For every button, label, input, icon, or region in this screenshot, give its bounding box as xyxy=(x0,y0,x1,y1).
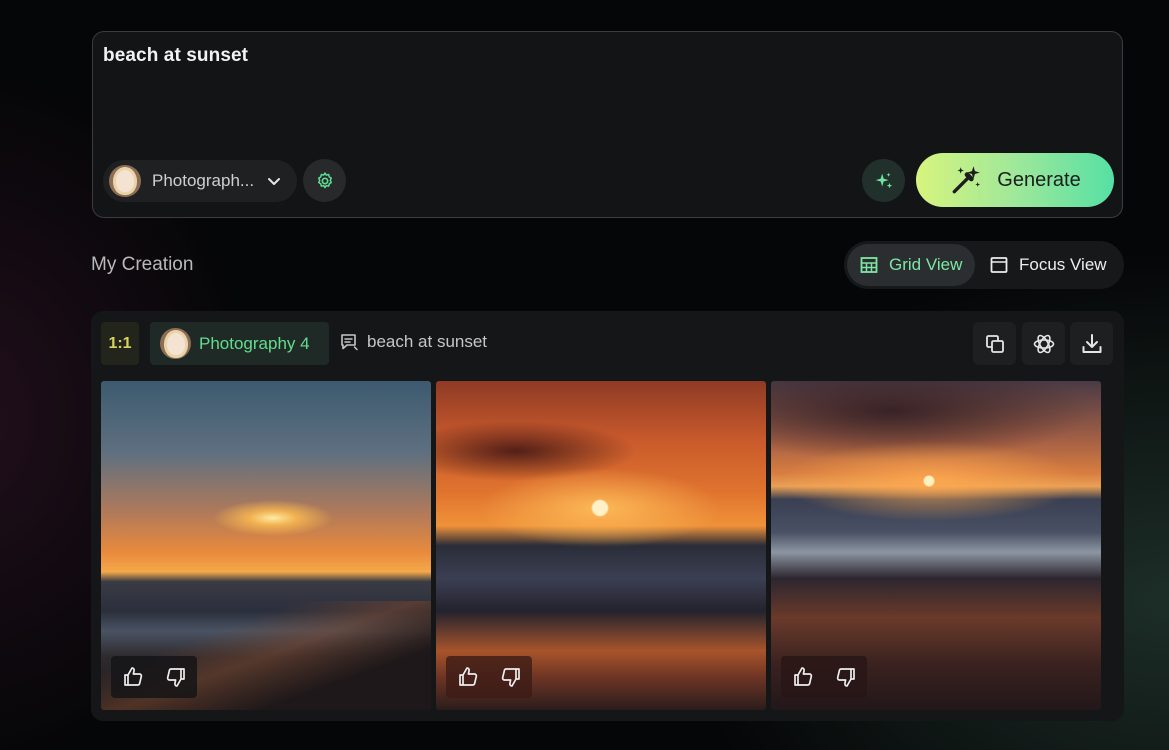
grid-view-label: Grid View xyxy=(889,255,963,274)
thumbs-down-icon[interactable] xyxy=(499,665,523,689)
focus-view-button[interactable]: Focus View xyxy=(975,244,1119,286)
download-button[interactable] xyxy=(1070,322,1113,365)
copy-icon xyxy=(985,334,1004,353)
download-icon xyxy=(1082,333,1101,353)
thumbs-up-icon[interactable] xyxy=(121,665,145,689)
generated-image[interactable] xyxy=(436,381,766,710)
model-avatar xyxy=(109,165,141,197)
remix-button[interactable] xyxy=(1022,322,1065,365)
generate-button[interactable]: Generate xyxy=(916,153,1114,207)
model-select-label: Photograph... xyxy=(152,171,255,190)
vote-bar xyxy=(446,656,532,698)
prompt-chip-text: beach at sunset xyxy=(367,332,488,351)
prompt-chip: beach at sunset xyxy=(339,332,487,352)
generated-image[interactable] xyxy=(101,381,431,710)
aspect-ratio-badge: 1:1 xyxy=(101,322,139,365)
generate-label: Generate xyxy=(997,168,1081,191)
prompt-input[interactable]: beach at sunset xyxy=(103,45,248,67)
remix-icon xyxy=(1033,334,1054,353)
thumbs-down-icon[interactable] xyxy=(834,665,858,689)
grid-view-button[interactable]: Grid View xyxy=(847,244,975,286)
thumbs-down-icon[interactable] xyxy=(164,665,188,689)
vote-bar xyxy=(111,656,197,698)
sparkles-icon xyxy=(875,172,892,188)
model-settings-button[interactable] xyxy=(303,159,346,202)
model-select-dropdown[interactable]: Photograph... xyxy=(103,160,297,202)
focus-window-icon xyxy=(990,257,1008,273)
thumbs-up-icon[interactable] xyxy=(456,665,480,689)
model-avatar xyxy=(160,328,191,359)
settings-gear-icon xyxy=(317,171,332,188)
vote-bar xyxy=(781,656,867,698)
view-toggle: Grid View Focus View xyxy=(844,241,1124,289)
creation-card: 1:1 Photography 4 beach at sunset xyxy=(91,311,1124,721)
section-title: My Creation xyxy=(91,254,194,275)
prompt-text-icon xyxy=(341,334,358,351)
thumbs-up-icon[interactable] xyxy=(791,665,815,689)
enhance-prompt-button[interactable] xyxy=(862,159,905,202)
grid-icon xyxy=(860,257,878,273)
model-chip-label: Photography 4 xyxy=(199,333,310,353)
focus-view-label: Focus View xyxy=(1019,255,1107,274)
magic-wand-icon xyxy=(952,166,981,194)
model-chip[interactable]: Photography 4 xyxy=(150,322,329,365)
copy-button[interactable] xyxy=(973,322,1016,365)
chevron-down-icon xyxy=(268,178,281,185)
generated-image[interactable] xyxy=(771,381,1101,710)
prompt-panel: beach at sunset Photograph... Generate xyxy=(92,31,1123,218)
